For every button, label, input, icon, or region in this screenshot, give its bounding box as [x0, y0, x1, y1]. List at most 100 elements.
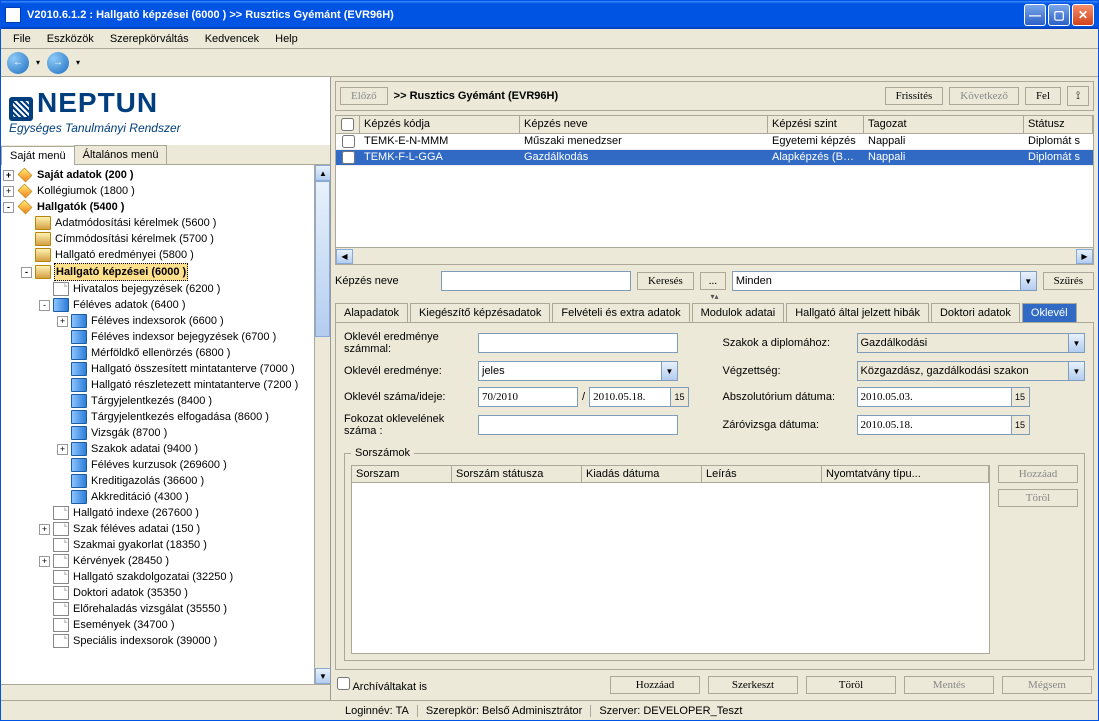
tree-node[interactable]: +Szak féléves adatai (150 ): [3, 521, 312, 537]
combo-vegz[interactable]: Közgazdász, gazdálkodási szakon ▼: [857, 361, 1086, 381]
next-button[interactable]: Következő: [949, 87, 1019, 105]
tree-node[interactable]: Hallgató összesített mintatanterve (7000…: [3, 361, 312, 377]
tree-node[interactable]: Hivatalos bejegyzések (6200 ): [3, 281, 312, 297]
menu-role[interactable]: Szerepkörváltás: [102, 31, 197, 47]
scol-sorszam[interactable]: Sorszam: [352, 466, 452, 482]
combo-eredm[interactable]: jeles ▼: [478, 361, 678, 381]
serial-add-button[interactable]: Hozzáad: [998, 465, 1078, 483]
expand-icon[interactable]: +: [57, 316, 68, 327]
expand-icon[interactable]: -: [21, 267, 32, 278]
col-code[interactable]: Képzés kódja: [360, 116, 520, 133]
expand-icon[interactable]: +: [39, 556, 50, 567]
tree-node[interactable]: -Hallgatók (5400 ): [3, 199, 312, 215]
close-button[interactable]: ✕: [1072, 4, 1094, 26]
expand-icon[interactable]: +: [3, 186, 14, 197]
expand-icon[interactable]: +: [39, 524, 50, 535]
scol-date[interactable]: Kiadás dátuma: [582, 466, 702, 482]
tree-node[interactable]: Adatmódosítási kérelmek (5600 ): [3, 215, 312, 231]
expand-icon[interactable]: +: [3, 170, 14, 181]
tree-node[interactable]: Címmódosítási kérelmek (5700 ): [3, 231, 312, 247]
tree-node[interactable]: -Hallgató képzései (6000 ): [3, 263, 312, 281]
tree-node[interactable]: Doktori adatok (35350 ): [3, 585, 312, 601]
serial-del-button[interactable]: Töröl: [998, 489, 1078, 507]
combo-szak[interactable]: Gazdálkodási ▼: [857, 333, 1086, 353]
tree-node[interactable]: Akkreditáció (4300 ): [3, 489, 312, 505]
filter-button[interactable]: Szűrés: [1043, 272, 1094, 290]
tree-node[interactable]: Tárgyjelentkezés elfogadása (8600 ): [3, 409, 312, 425]
training-grid[interactable]: Képzés kódja Képzés neve Képzési szint T…: [335, 115, 1094, 265]
tree-node[interactable]: Féléves indexsor bejegyzések (6700 ): [3, 329, 312, 345]
col-level[interactable]: Képzési szint: [768, 116, 864, 133]
row-checkbox[interactable]: [342, 151, 355, 164]
table-row[interactable]: TEMK-E-N-MMMMűszaki menedzserEgyetemi ké…: [336, 134, 1093, 150]
tree-node[interactable]: Hallgató indexe (267600 ): [3, 505, 312, 521]
menu-file[interactable]: File: [5, 31, 39, 47]
browse-button[interactable]: ...: [700, 272, 726, 290]
menu-fav[interactable]: Kedvencek: [197, 31, 267, 47]
tree-node[interactable]: Előrehaladás vizsgálat (35550 ): [3, 601, 312, 617]
fld-fok[interactable]: [478, 415, 678, 435]
scol-status[interactable]: Sorszám státusza: [452, 466, 582, 482]
tree-node[interactable]: Kreditigazolás (36600 ): [3, 473, 312, 489]
scroll-thumb[interactable]: [315, 181, 330, 337]
calendar-icon[interactable]: 15: [671, 387, 689, 407]
tree[interactable]: +Saját adatok (200 )+Kollégiumok (1800 )…: [1, 165, 314, 684]
side-tab-own[interactable]: Saját menü: [1, 146, 75, 165]
grid-check-header[interactable]: [336, 116, 360, 133]
archived-check[interactable]: Archíváltakat is: [337, 677, 427, 693]
row-checkbox[interactable]: [342, 135, 355, 148]
bottom-del-button[interactable]: Töröl: [806, 676, 896, 694]
tree-node[interactable]: Vizsgák (8700 ): [3, 425, 312, 441]
fld-szam[interactable]: [478, 387, 578, 407]
tab-mod[interactable]: Modulok adatai: [692, 303, 785, 322]
grid-scroll-right-icon[interactable]: ▶: [1076, 249, 1093, 264]
bottom-edit-button[interactable]: Szerkeszt: [708, 676, 798, 694]
expand-icon[interactable]: -: [39, 300, 50, 311]
splitter[interactable]: ▾▴: [335, 293, 1094, 299]
calendar-icon[interactable]: 15: [1012, 415, 1030, 435]
scol-desc[interactable]: Leírás: [702, 466, 822, 482]
tab-oklevel[interactable]: Oklevél: [1022, 303, 1077, 322]
nav-back-button[interactable]: ←: [7, 52, 29, 74]
grid-hscroll[interactable]: ◀ ▶: [336, 247, 1093, 264]
fld-szam-date[interactable]: [589, 387, 671, 407]
nav-fwd-button[interactable]: →: [47, 52, 69, 74]
minimize-button[interactable]: —: [1024, 4, 1046, 26]
maximize-button[interactable]: ▢: [1048, 4, 1070, 26]
nav-back-dropdown[interactable]: ▾: [33, 52, 43, 74]
refresh-button[interactable]: Frissítés: [885, 87, 944, 105]
tree-node[interactable]: Szakmai gyakorlat (18350 ): [3, 537, 312, 553]
chevron-down-icon[interactable]: ▼: [661, 362, 677, 380]
expand-icon[interactable]: -: [3, 202, 14, 213]
calendar-icon[interactable]: 15: [1012, 387, 1030, 407]
tree-node[interactable]: Hallgató szakdolgozatai (32250 ): [3, 569, 312, 585]
tab-felv[interactable]: Felvételi és extra adatok: [552, 303, 689, 322]
tree-node[interactable]: Hallgató eredményei (5800 ): [3, 247, 312, 263]
tab-doktori[interactable]: Doktori adatok: [931, 303, 1020, 322]
tree-node[interactable]: +Saját adatok (200 ): [3, 167, 312, 183]
fld-absz[interactable]: [857, 387, 1012, 407]
serial-grid[interactable]: Sorszam Sorszám státusza Kiadás dátuma L…: [351, 465, 990, 654]
side-tab-general[interactable]: Általános menü: [74, 145, 168, 164]
chevron-down-icon[interactable]: ▼: [1068, 362, 1084, 380]
tree-hscroll[interactable]: [1, 684, 330, 700]
tree-node[interactable]: +Kollégiumok (1800 ): [3, 183, 312, 199]
tab-alap[interactable]: Alapadatok: [335, 303, 408, 322]
tree-node[interactable]: Féléves kurzusok (269600 ): [3, 457, 312, 473]
search-button[interactable]: Keresés: [637, 272, 694, 290]
expand-icon[interactable]: +: [57, 444, 68, 455]
nav-fwd-dropdown[interactable]: ▾: [73, 52, 83, 74]
tree-node[interactable]: Hallgató részletezett mintatanterve (720…: [3, 377, 312, 393]
col-form[interactable]: Tagozat: [864, 116, 1024, 133]
up-button[interactable]: Fel: [1025, 87, 1061, 105]
tab-kieg[interactable]: Kiegészítő képzésadatok: [410, 303, 550, 322]
tree-node[interactable]: Speciális indexsorok (39000 ): [3, 633, 312, 649]
filter-combo[interactable]: Minden ▼: [732, 271, 1037, 291]
col-name[interactable]: Képzés neve: [520, 116, 768, 133]
fld-eredm-szam[interactable]: [478, 333, 678, 353]
tree-vscroll[interactable]: ▲ ▼: [314, 165, 330, 684]
menu-help[interactable]: Help: [267, 31, 306, 47]
scroll-down-icon[interactable]: ▼: [315, 668, 330, 684]
tree-node[interactable]: Mérföldkő ellenörzés (6800 ): [3, 345, 312, 361]
tab-hibak[interactable]: Hallgató által jelzett hibák: [786, 303, 929, 322]
